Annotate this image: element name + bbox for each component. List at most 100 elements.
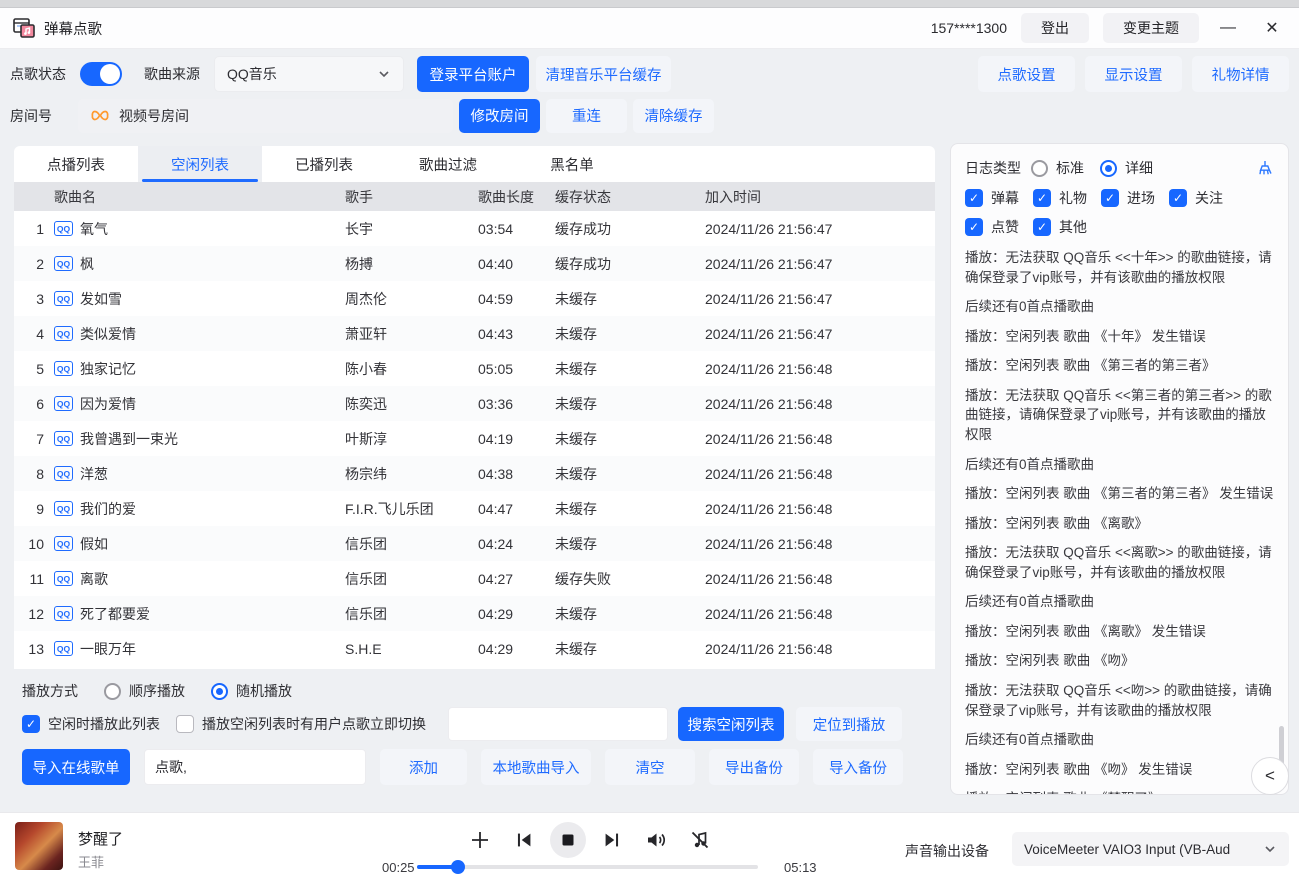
export-backup-button[interactable]: 导出备份	[709, 749, 799, 785]
log-type-1[interactable]: 标准	[1031, 158, 1084, 178]
song-name: 洋葱	[80, 464, 108, 484]
change-theme-button[interactable]: 变更主题	[1103, 13, 1199, 43]
playback-mode-1[interactable]: 顺序播放	[104, 681, 185, 701]
display-settings-button[interactable]: 显示设置	[1085, 56, 1182, 92]
idle-play-checkbox-item[interactable]: ✓ 空闲时播放此列表	[22, 714, 160, 734]
song-artist: S.H.E	[345, 641, 478, 657]
log-filter-checkbox-icon[interactable]: ✓	[1033, 218, 1051, 236]
log-filter-checkbox-icon[interactable]: ✓	[965, 189, 983, 207]
log-filter-4[interactable]: ✓关注	[1169, 188, 1223, 208]
login-platform-button[interactable]: 登录平台账户	[417, 56, 529, 92]
table-row[interactable]: 11QQ离歌信乐团04:27缓存失败2024/11/26 21:56:48	[14, 561, 935, 596]
table-row[interactable]: 5QQ独家记忆陈小春05:05未缓存2024/11/26 21:56:48	[14, 351, 935, 386]
collapse-log-panel-button[interactable]: <	[1251, 757, 1289, 795]
next-track-button[interactable]	[594, 822, 630, 858]
log-entries: 播放：无法获取 QQ音乐 <<十年>> 的歌曲链接，请确保登录了vip账号，并有…	[965, 248, 1274, 795]
clear-log-broom-icon[interactable]	[1256, 159, 1274, 177]
song-artist: 陈小春	[345, 359, 478, 379]
logout-button[interactable]: 登出	[1021, 13, 1089, 43]
checkbox-unchecked-icon[interactable]	[176, 715, 194, 733]
table-row[interactable]: 1QQ氧气长宇03:54缓存成功2024/11/26 21:56:47	[14, 211, 935, 246]
progress-bar[interactable]	[417, 865, 758, 869]
table-row[interactable]: 6QQ因为爱情陈奕迅03:36未缓存2024/11/26 21:56:48	[14, 386, 935, 421]
table-row[interactable]: 2QQ枫杨搏04:40缓存成功2024/11/26 21:56:47	[14, 246, 935, 281]
log-type-1-radio-icon[interactable]	[1031, 160, 1048, 177]
background-window-edge	[0, 0, 1299, 8]
checkbox-checked-icon[interactable]: ✓	[22, 715, 40, 733]
output-device-select[interactable]: VoiceMeeter VAIO3 Input (VB-Aud	[1012, 832, 1289, 866]
volume-icon[interactable]	[638, 822, 674, 858]
log-filter-5[interactable]: ✓ 点赞	[965, 217, 1019, 237]
log-type-label: 日志类型	[965, 158, 1021, 178]
qq-music-icon: QQ	[54, 501, 73, 516]
log-filter-6[interactable]: ✓其他	[1033, 217, 1087, 237]
song-status-label: 点歌状态	[10, 64, 66, 84]
song-settings-button[interactable]: 点歌设置	[978, 56, 1075, 92]
log-filter-checkbox-icon[interactable]: ✓	[965, 218, 983, 236]
idle-search-input[interactable]	[448, 707, 668, 741]
added-time: 2024/11/26 21:56:48	[705, 641, 935, 657]
import-backup-button[interactable]: 导入备份	[813, 749, 903, 785]
close-button[interactable]: ✕	[1257, 13, 1287, 43]
table-row[interactable]: 4QQ类似爱情萧亚轩04:43未缓存2024/11/26 21:56:47	[14, 316, 935, 351]
add-song-button[interactable]	[462, 822, 498, 858]
cache-status: 未缓存	[555, 324, 705, 344]
source-select[interactable]: QQ音乐	[214, 56, 404, 92]
clear-cache-button[interactable]: 清除缓存	[633, 99, 714, 133]
gift-details-button[interactable]: 礼物详情	[1192, 56, 1289, 92]
previous-track-button[interactable]	[506, 822, 542, 858]
tab-2[interactable]: 空闲列表	[138, 146, 262, 182]
log-filter-1[interactable]: ✓弹幕	[965, 188, 1019, 208]
song-name-cell: QQ洋葱	[52, 464, 345, 484]
tab-3[interactable]: 已播列表	[262, 146, 386, 182]
playback-mode-1-radio-icon[interactable]	[104, 683, 121, 700]
table-row[interactable]: 9QQ我们的爱F.I.R.飞儿乐团04:47未缓存2024/11/26 21:5…	[14, 491, 935, 526]
local-song-import-button[interactable]: 本地歌曲导入	[481, 749, 591, 785]
log-type-2-radio-icon[interactable]	[1100, 160, 1117, 177]
table-row[interactable]: 3QQ发如雪周杰伦04:59未缓存2024/11/26 21:56:47	[14, 281, 935, 316]
song-name-cell: QQ一眼万年	[52, 639, 345, 659]
stop-button[interactable]	[550, 822, 586, 858]
added-time: 2024/11/26 21:56:47	[705, 291, 935, 307]
song-name-cell: QQ我曾遇到一束光	[52, 429, 345, 449]
table-row[interactable]: 8QQ洋葱杨宗纬04:38未缓存2024/11/26 21:56:48	[14, 456, 935, 491]
toolbar-row-2: 房间号 修改房间 重连 清除缓存	[10, 98, 1289, 133]
header-song-name: 歌曲名	[52, 187, 345, 207]
clear-list-button[interactable]: 清空	[605, 749, 695, 785]
log-filter-checkbox-icon[interactable]: ✓	[1101, 189, 1119, 207]
table-row[interactable]: 7QQ我曾遇到一束光叶斯淳04:19未缓存2024/11/26 21:56:48	[14, 421, 935, 456]
tab-1[interactable]: 点播列表	[14, 146, 138, 182]
clean-platform-cache-button[interactable]: 清理音乐平台缓存	[536, 56, 671, 92]
row-number: 2	[14, 256, 52, 272]
locate-playing-button[interactable]: 定位到播放	[796, 707, 902, 741]
log-filter-2[interactable]: ✓礼物	[1033, 188, 1087, 208]
log-filter-checkbox-icon[interactable]: ✓	[1033, 189, 1051, 207]
song-artist: 信乐团	[345, 604, 478, 624]
log-filter-3[interactable]: ✓进场	[1101, 188, 1155, 208]
import-online-playlist-button[interactable]: 导入在线歌单	[22, 749, 130, 785]
playback-mode-2[interactable]: 随机播放	[211, 681, 292, 701]
reconnect-button[interactable]: 重连	[546, 99, 627, 133]
add-button[interactable]: 添加	[380, 749, 467, 785]
tab-4[interactable]: 歌曲过滤	[386, 146, 510, 182]
log-filter-label: 点赞	[991, 217, 1019, 237]
table-row[interactable]: 13QQ一眼万年S.H.E04:29未缓存2024/11/26 21:56:48	[14, 631, 935, 666]
minimize-button[interactable]: —	[1213, 13, 1243, 43]
search-idle-list-button[interactable]: 搜索空闲列表	[678, 707, 784, 741]
progress-thumb[interactable]	[451, 860, 465, 874]
lyrics-off-icon[interactable]	[682, 822, 718, 858]
song-name-cell: QQ死了都要爱	[52, 604, 345, 624]
room-input[interactable]	[119, 108, 399, 124]
log-type-2[interactable]: 详细	[1100, 158, 1153, 178]
song-status-toggle[interactable]	[80, 62, 122, 86]
switch-checkbox-item[interactable]: 播放空闲列表时有用户点歌立即切换	[176, 714, 426, 734]
table-row[interactable]: 10QQ假如信乐团04:24未缓存2024/11/26 21:56:48	[14, 526, 935, 561]
playlist-keyword-input[interactable]	[144, 749, 366, 785]
tab-5[interactable]: 黑名单	[510, 146, 634, 182]
output-device-label: 声音输出设备	[905, 841, 989, 861]
modify-room-button[interactable]: 修改房间	[459, 99, 540, 133]
log-filter-checkbox-icon[interactable]: ✓	[1169, 189, 1187, 207]
playback-mode-2-radio-icon[interactable]	[211, 683, 228, 700]
table-row[interactable]: 12QQ死了都要爱信乐团04:29未缓存2024/11/26 21:56:48	[14, 596, 935, 631]
row-number: 8	[14, 466, 52, 482]
